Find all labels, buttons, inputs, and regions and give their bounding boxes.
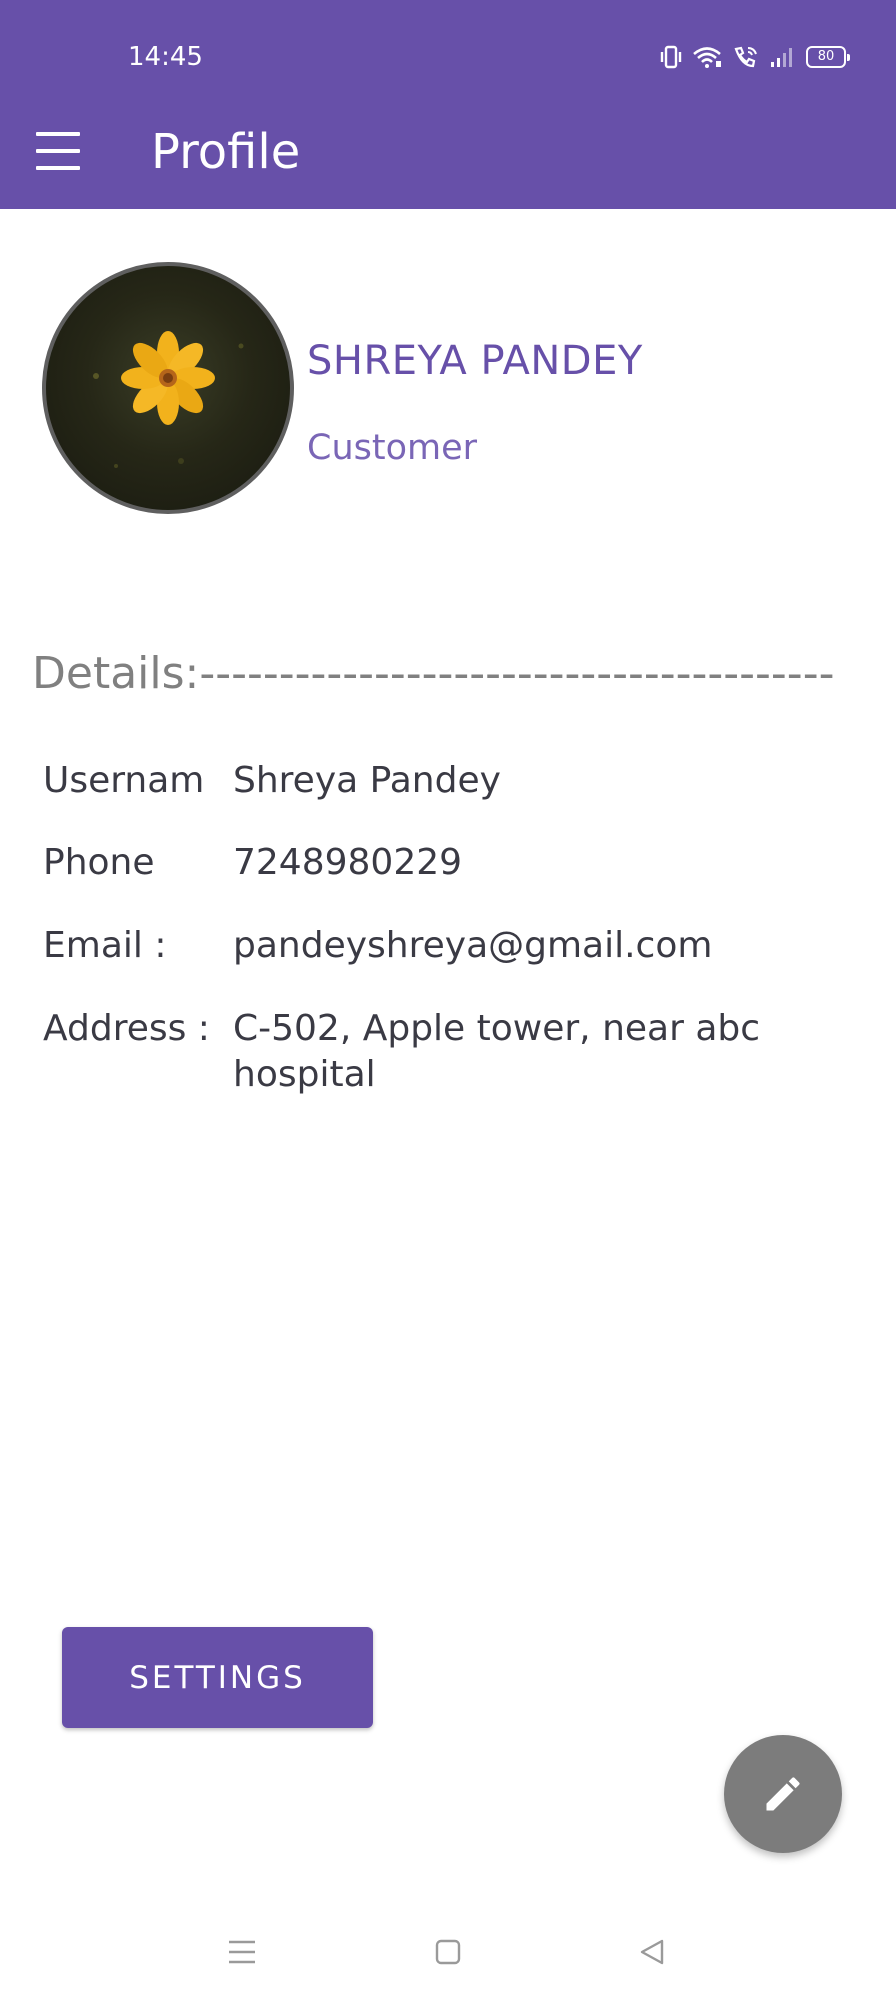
wifi-calling-icon — [734, 46, 757, 68]
status-time: 14:45 — [128, 42, 203, 72]
app-bar: 14:45 80 Profile — [0, 0, 896, 209]
username-value: Shreya Pandey — [233, 760, 501, 801]
profile-name: SHREYA PANDEY — [307, 338, 643, 384]
phone-value: 7248980229 — [233, 842, 463, 883]
username-label: Usernam — [43, 760, 205, 801]
settings-button[interactable]: SETTINGS — [62, 1627, 373, 1728]
email-value: pandeyshreya@gmail.com — [233, 925, 713, 966]
details-row-phone: Phone 7248980229 — [43, 840, 863, 886]
phone-label: Phone — [43, 842, 155, 883]
details-heading: Details:--------------------------------… — [32, 648, 835, 699]
pencil-icon — [766, 1777, 800, 1811]
address-label: Address : — [43, 1008, 210, 1049]
signal-icon — [771, 48, 792, 67]
wifi-icon — [693, 47, 721, 68]
details-row-address: Address : C-502, Apple tower, near abc h… — [43, 1006, 863, 1098]
details-row-email: Email : pandeyshreya@gmail.com — [43, 923, 863, 969]
address-value: C-502, Apple tower, near abc hospital — [233, 1008, 761, 1095]
battery-icon: 80 — [806, 46, 850, 68]
edit-profile-button[interactable] — [724, 1735, 842, 1853]
battery-level: 80 — [817, 49, 835, 64]
details-row-username: Usernam Shreya Pandey — [43, 758, 863, 804]
home-icon[interactable] — [430, 1934, 466, 1970]
email-label: Email : — [43, 925, 167, 966]
profile-avatar — [42, 262, 294, 514]
flower-image — [93, 331, 244, 468]
profile-role: Customer — [307, 428, 478, 468]
vibrate-icon — [660, 45, 682, 69]
page-title: Profile — [151, 124, 301, 180]
recents-icon[interactable] — [224, 1934, 260, 1970]
status-icons: 80 — [660, 42, 850, 72]
hamburger-menu-icon[interactable] — [36, 132, 80, 170]
back-icon[interactable] — [634, 1934, 670, 1970]
